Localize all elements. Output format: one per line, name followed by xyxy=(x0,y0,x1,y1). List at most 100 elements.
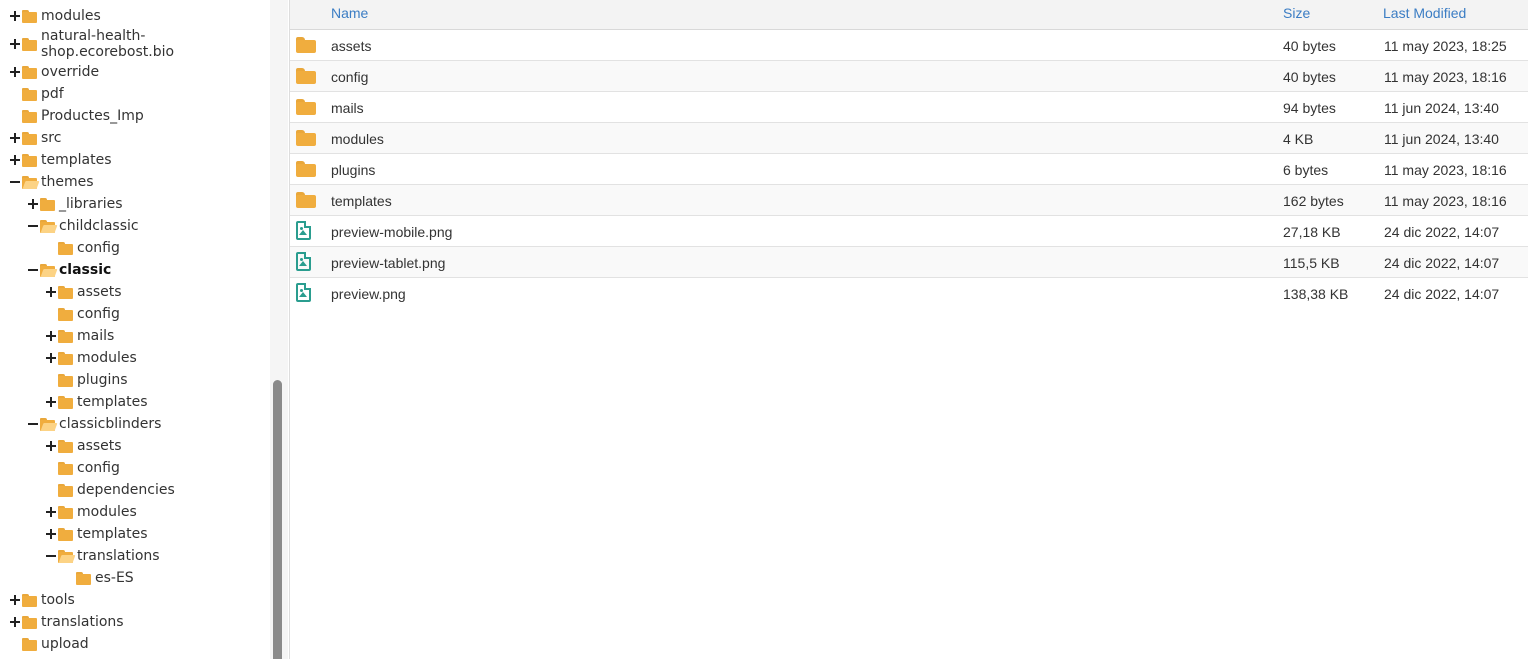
tree-item-label: childclassic xyxy=(59,218,139,234)
table-row[interactable]: modules 4 KB 11 jun 2024, 13:40 xyxy=(290,123,1528,154)
last-modified: 24 dic 2022, 14:07 xyxy=(1384,255,1500,271)
collapse-icon[interactable] xyxy=(27,220,39,232)
expand-icon[interactable] xyxy=(9,154,21,166)
table-row[interactable]: assets 40 bytes 11 may 2023, 18:25 xyxy=(290,30,1528,61)
tree-item-translations[interactable]: translations xyxy=(9,611,124,633)
tree-item-mails[interactable]: mails xyxy=(45,325,114,347)
file-size: 4 KB xyxy=(1283,131,1314,147)
tree-item-childclassic[interactable]: childclassic xyxy=(27,215,139,237)
tree-item-assets[interactable]: assets xyxy=(45,281,122,303)
expand-icon[interactable] xyxy=(9,594,21,606)
tree-item-config[interactable]: config xyxy=(45,303,120,325)
folder-icon xyxy=(58,483,74,497)
toggle-spacer xyxy=(9,110,21,122)
expand-icon[interactable] xyxy=(45,440,57,452)
collapse-icon[interactable] xyxy=(27,264,39,276)
expand-icon[interactable] xyxy=(45,352,57,364)
tree-item-templates[interactable]: templates xyxy=(45,391,148,413)
tree-item-templates[interactable]: templates xyxy=(9,149,112,171)
toggle-spacer xyxy=(9,638,21,650)
table-row[interactable]: templates 162 bytes 11 may 2023, 18:16 xyxy=(290,185,1528,216)
tree-item-classicblinders[interactable]: classicblinders xyxy=(27,413,161,435)
expand-icon[interactable] xyxy=(9,132,21,144)
file-name[interactable]: assets xyxy=(331,38,371,54)
folder-icon xyxy=(296,192,316,208)
table-row[interactable]: preview-tablet.png 115,5 KB 24 dic 2022, 1… xyxy=(290,247,1528,278)
file-name[interactable]: config xyxy=(331,69,368,85)
expand-icon[interactable] xyxy=(9,10,21,22)
table-row[interactable]: config 40 bytes 11 may 2023, 18:16 xyxy=(290,61,1528,92)
column-header-last-modified[interactable]: Last Modified xyxy=(1383,5,1466,21)
table-row[interactable]: mails 94 bytes 11 jun 2024, 13:40 xyxy=(290,92,1528,123)
tree-item-tools[interactable]: tools xyxy=(9,589,75,611)
tree-item-modules[interactable]: modules xyxy=(45,347,137,369)
collapse-icon[interactable] xyxy=(45,550,57,562)
folder-open-icon xyxy=(58,549,76,563)
file-size: 6 bytes xyxy=(1283,162,1329,178)
tree-item-plugins[interactable]: plugins xyxy=(45,369,128,391)
expand-icon[interactable] xyxy=(9,66,21,78)
tree-item-config[interactable]: config xyxy=(45,457,120,479)
file-name[interactable]: preview-mobile.png xyxy=(331,224,452,240)
table-row[interactable]: preview.png 138,38 KB 24 dic 2022, 14:07 xyxy=(290,278,1528,308)
tree-item-override[interactable]: override xyxy=(9,61,99,83)
tree-item-upload[interactable]: upload xyxy=(9,633,89,655)
file-name[interactable]: templates xyxy=(331,193,392,209)
sidebar-scrollbar-thumb[interactable] xyxy=(273,380,282,659)
table-row[interactable]: plugins 6 bytes 11 may 2023, 18:16 xyxy=(290,154,1528,185)
tree-item-productes-imp[interactable]: Productes_Imp xyxy=(9,105,144,127)
folder-icon xyxy=(58,527,74,541)
tree-item-libraries[interactable]: _libraries xyxy=(27,193,123,215)
folder-icon xyxy=(58,373,74,387)
tree-item-modules[interactable]: modules xyxy=(45,501,137,523)
tree-item-es-es[interactable]: es-ES xyxy=(63,567,134,589)
image-file-icon xyxy=(296,221,311,240)
expand-icon[interactable] xyxy=(45,330,57,342)
folder-open-icon xyxy=(40,219,58,233)
file-name[interactable]: modules xyxy=(331,131,384,147)
tree-item-label: templates xyxy=(77,394,148,410)
folder-icon xyxy=(58,307,74,321)
folder-icon xyxy=(296,99,316,115)
table-row[interactable]: preview-mobile.png 27,18 KB 24 dic 2022, 1… xyxy=(290,216,1528,247)
folder-icon xyxy=(296,37,316,53)
tree-item-templates[interactable]: templates xyxy=(45,523,148,545)
collapse-icon[interactable] xyxy=(27,418,39,430)
tree-item-natural-health-shop-ecorebost-bio[interactable]: natural-health-shop.ecorebost.bio xyxy=(9,27,174,61)
tree-item-label: templates xyxy=(77,526,148,542)
tree-item-classic[interactable]: classic xyxy=(27,259,111,281)
folder-icon xyxy=(58,395,74,409)
toggle-spacer xyxy=(45,308,57,320)
expand-icon[interactable] xyxy=(45,396,57,408)
expand-icon[interactable] xyxy=(45,286,57,298)
tree-item-pdf[interactable]: pdf xyxy=(9,83,64,105)
folder-open-icon xyxy=(40,417,58,431)
expand-icon[interactable] xyxy=(9,616,21,628)
column-header-name[interactable]: Name xyxy=(331,5,368,21)
folder-open-icon xyxy=(22,175,40,189)
tree-item-themes[interactable]: themes xyxy=(9,171,94,193)
tree-item-dependencies[interactable]: dependencies xyxy=(45,479,175,501)
expand-icon[interactable] xyxy=(9,38,21,50)
tree-item-translations[interactable]: translations xyxy=(45,545,160,567)
last-modified: 11 may 2023, 18:16 xyxy=(1384,162,1507,178)
column-header-size[interactable]: Size xyxy=(1283,5,1310,21)
collapse-icon[interactable] xyxy=(9,176,21,188)
folder-icon xyxy=(22,131,38,145)
file-name[interactable]: mails xyxy=(331,100,364,116)
tree-item-assets[interactable]: assets xyxy=(45,435,122,457)
table-body: assets 40 bytes 11 may 2023, 18:25 config 40… xyxy=(290,30,1528,308)
expand-icon[interactable] xyxy=(45,528,57,540)
last-modified: 11 jun 2024, 13:40 xyxy=(1384,131,1499,147)
tree-item-config[interactable]: config xyxy=(45,237,120,259)
tree-item-label: es-ES xyxy=(95,570,134,586)
expand-icon[interactable] xyxy=(45,506,57,518)
file-name[interactable]: plugins xyxy=(331,162,375,178)
file-name[interactable]: preview.png xyxy=(331,286,406,302)
folder-icon xyxy=(58,439,74,453)
file-name[interactable]: preview-tablet.png xyxy=(331,255,445,271)
tree-item-modules[interactable]: modules xyxy=(9,5,101,27)
tree-item-src[interactable]: src xyxy=(9,127,61,149)
image-file-icon xyxy=(296,283,311,302)
expand-icon[interactable] xyxy=(27,198,39,210)
